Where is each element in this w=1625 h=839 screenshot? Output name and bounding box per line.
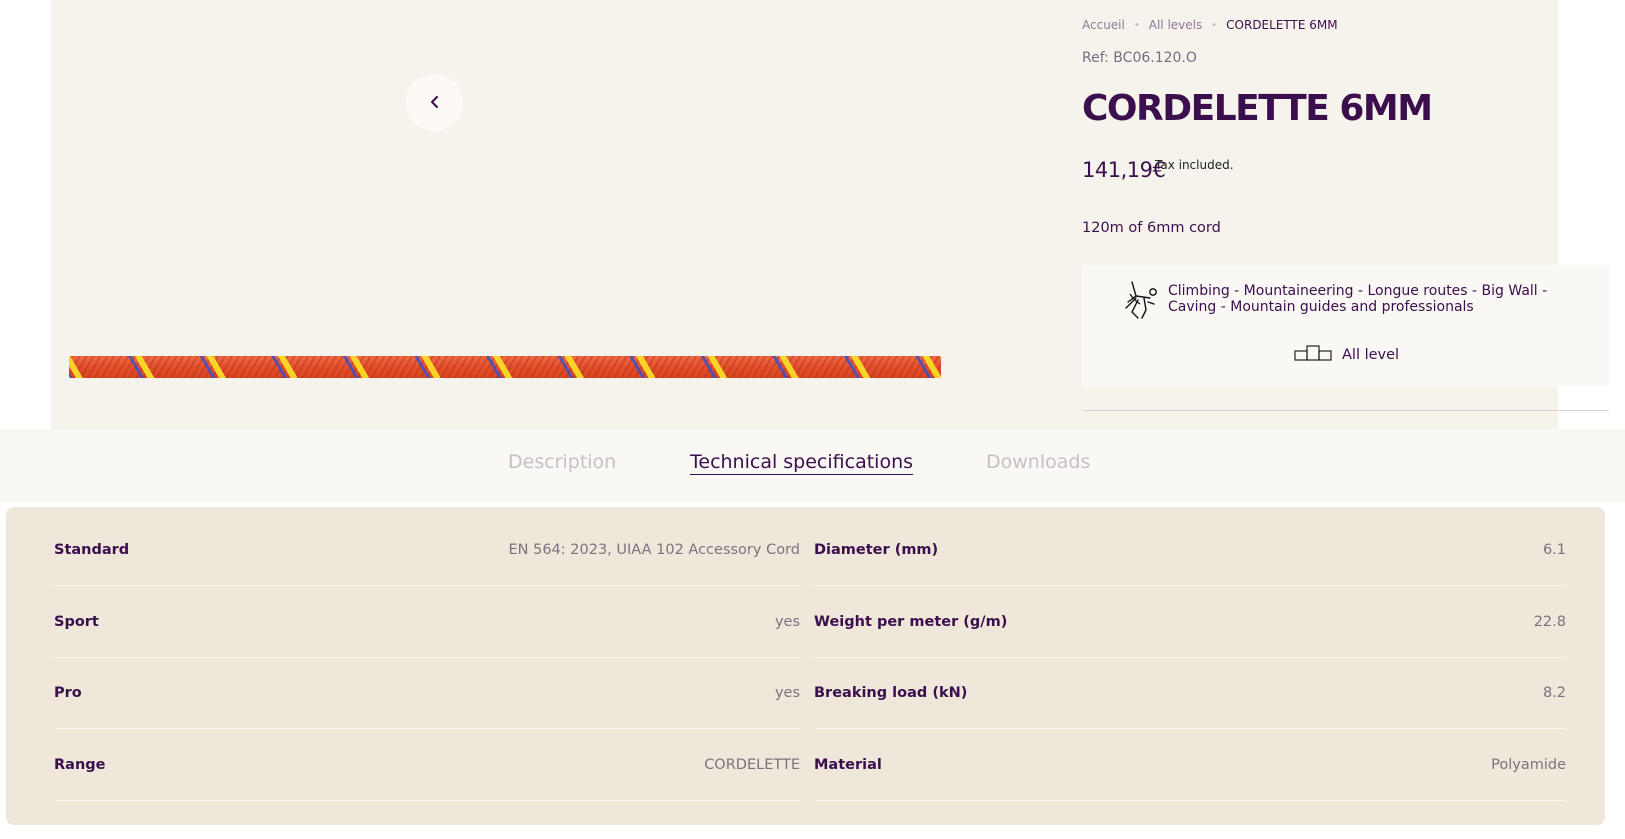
spec-value: yes [774,685,800,701]
spec-label: Breaking load (kN) [814,685,968,701]
tabs-bar: Description Technical specifications Dow… [0,429,1625,502]
tab-description[interactable]: Description [508,451,616,473]
spec-value: CORDELETTE [704,757,800,773]
spec-row-diameter: Diameter (mm) 6.1 [814,515,1566,586]
product-gallery [51,0,1001,429]
spec-label: Standard [54,542,130,558]
breadcrumb-item-current: CORDELETTE 6MM [1226,18,1338,32]
product-short-description: 120m of 6mm cord [1082,220,1221,236]
spec-row-range: Range CORDELETTE [54,730,800,801]
podium-icon [1294,345,1332,365]
tab-technical-specifications[interactable]: Technical specifications [690,451,914,475]
spec-value: 8.2 [1542,685,1566,701]
spec-value: 6.1 [1542,542,1566,558]
spec-row-material: Material Polyamide [814,730,1566,801]
product-ref: Ref: BC06.120.O [1082,50,1197,66]
spec-value: EN 564: 2023, UIAA 102 Accessory Cord [508,542,800,558]
climber-icon [1124,280,1160,324]
spec-label: Pro [54,685,82,701]
divider [1082,410,1609,411]
tax-note: Tax included. [1155,158,1234,172]
activities-text: Climbing - Mountaineering - Longue route… [1168,283,1548,315]
tab-downloads[interactable]: Downloads [986,451,1090,473]
breadcrumb-separator: • [1133,19,1140,31]
rope-cordelette-image [69,356,941,378]
chevron-left-icon [430,93,440,112]
spec-row-pro: Pro yes [54,658,800,729]
breadcrumb: Accueil • All levels • CORDELETTE 6MM [1082,18,1338,32]
product-info: Accueil • All levels • CORDELETTE 6MM Re… [1082,0,1609,429]
level-row: All level [1294,345,1399,365]
spec-label: Diameter (mm) [814,542,939,558]
spec-label: Sport [54,614,99,630]
product-price: 141,19€ [1082,158,1166,182]
spec-value: 22.8 [1533,614,1566,630]
spec-label: Weight per meter (g/m) [814,614,1008,630]
breadcrumb-item-home[interactable]: Accueil [1082,18,1125,32]
spec-row-sport: Sport yes [54,587,800,658]
product-area: Accueil • All levels • CORDELETTE 6MM Re… [51,0,1609,429]
product-title: CORDELETTE 6MM [1082,88,1433,129]
breadcrumb-separator: • [1211,19,1218,31]
spec-label: Material [814,757,882,773]
spec-value: Polyamide [1491,757,1566,773]
usage-box: Climbing - Mountaineering - Longue route… [1082,265,1609,386]
spec-value: yes [774,614,800,630]
spec-row-weight: Weight per meter (g/m) 22.8 [814,587,1566,658]
gallery-prev-button[interactable] [406,74,463,131]
level-label: All level [1342,347,1400,363]
specs-panel: Standard EN 564: 2023, UIAA 102 Accessor… [6,507,1605,825]
spec-row-breaking-load: Breaking load (kN) 8.2 [814,658,1566,729]
breadcrumb-item-all-levels[interactable]: All levels [1149,18,1202,32]
spec-row-standard: Standard EN 564: 2023, UIAA 102 Accessor… [54,515,800,586]
spec-label: Range [54,757,106,773]
